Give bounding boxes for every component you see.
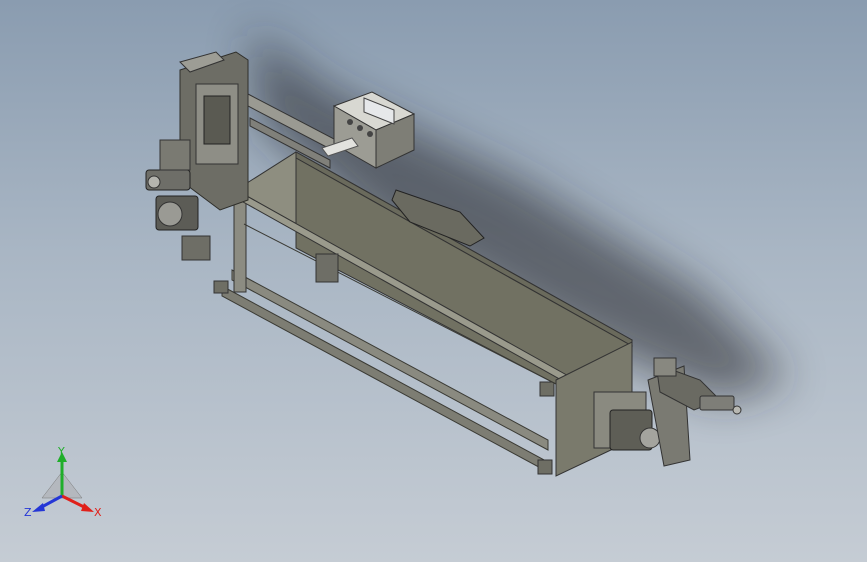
right-top-block (653, 357, 677, 377)
right-spindle (699, 395, 735, 411)
left-head-window (203, 95, 231, 145)
frame-foot (539, 381, 555, 397)
right-spindle-end (732, 405, 742, 415)
left-motor-hub (157, 201, 183, 227)
triad-z-arrow (32, 503, 45, 512)
left-base-block (181, 235, 211, 261)
center-bracket (315, 253, 339, 283)
control-knob (347, 119, 353, 125)
orientation-triad: Y X Z (24, 445, 114, 526)
frame-foot (537, 459, 553, 475)
frame-post (233, 195, 247, 293)
frame-foot (213, 280, 229, 294)
left-side-plate (159, 139, 191, 171)
triad-x-label: X (94, 506, 102, 519)
left-spindle-end (147, 175, 161, 189)
control-knob (357, 125, 363, 131)
triad-y-label: Y (57, 446, 65, 458)
cad-viewport[interactable]: Y X Z (0, 0, 867, 562)
triad-x-arrow (81, 503, 94, 512)
control-knob (367, 131, 373, 137)
machine-model-3d[interactable] (0, 0, 867, 562)
triad-z-label: Z (24, 506, 32, 519)
